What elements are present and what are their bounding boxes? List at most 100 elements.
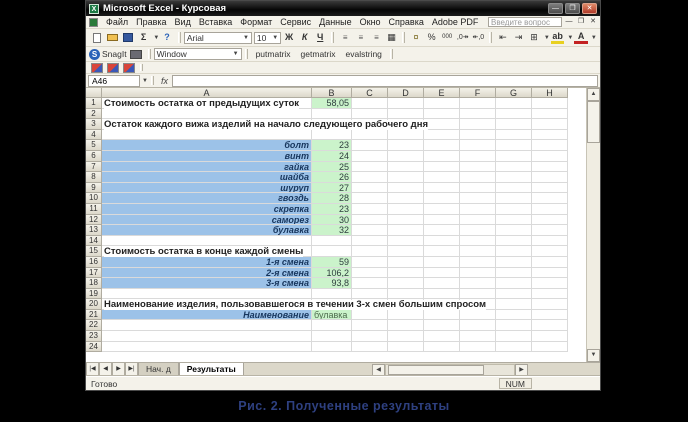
cell-G22[interactable]: [496, 320, 532, 331]
cell-A14[interactable]: [102, 236, 312, 247]
cell-F21[interactable]: [460, 310, 496, 321]
column-header-D[interactable]: D: [388, 88, 424, 98]
row-header-4[interactable]: 4: [86, 130, 102, 141]
cell-A18[interactable]: 3-я смена: [102, 278, 312, 289]
row-header-11[interactable]: 11: [86, 204, 102, 215]
cell-C1[interactable]: [352, 98, 388, 109]
row-header-21[interactable]: 21: [86, 310, 102, 321]
cell-F1[interactable]: [460, 98, 496, 109]
cell-H9[interactable]: [532, 183, 568, 194]
cell-D2[interactable]: [388, 109, 424, 120]
cell-E11[interactable]: [424, 204, 460, 215]
cell-D15[interactable]: [388, 246, 424, 257]
cell-C10[interactable]: [352, 193, 388, 204]
cell-H12[interactable]: [532, 215, 568, 226]
cell-H10[interactable]: [532, 193, 568, 204]
prev-sheet-icon[interactable]: ◀: [99, 363, 112, 376]
cell-C22[interactable]: [352, 320, 388, 331]
cell-G18[interactable]: [496, 278, 532, 289]
cell-F18[interactable]: [460, 278, 496, 289]
row-header-6[interactable]: 6: [86, 151, 102, 162]
cell-H14[interactable]: [532, 236, 568, 247]
cell-F7[interactable]: [460, 162, 496, 173]
cell-B16[interactable]: 59: [312, 257, 352, 268]
row-header-19[interactable]: 19: [86, 289, 102, 300]
scroll-down-icon[interactable]: ▼: [587, 349, 600, 362]
menu-item-справка[interactable]: Справка: [385, 17, 428, 27]
cell-D17[interactable]: [388, 268, 424, 279]
menu-item-данные[interactable]: Данные: [315, 17, 356, 27]
cell-A21[interactable]: Наименование: [102, 310, 312, 321]
cell-E5[interactable]: [424, 140, 460, 151]
cell-C11[interactable]: [352, 204, 388, 215]
cell-F24[interactable]: [460, 342, 496, 353]
row-header-13[interactable]: 13: [86, 225, 102, 236]
cell-A11[interactable]: скрепка: [102, 204, 312, 215]
cell-H20[interactable]: [532, 299, 568, 310]
cell-F11[interactable]: [460, 204, 496, 215]
first-sheet-icon[interactable]: |◀: [86, 363, 99, 376]
cell-B22[interactable]: [312, 320, 352, 331]
row-header-15[interactable]: 15: [86, 246, 102, 257]
cell-B10[interactable]: 28: [312, 193, 352, 204]
cell-H11[interactable]: [532, 204, 568, 215]
row-header-5[interactable]: 5: [86, 140, 102, 151]
cell-B15[interactable]: [312, 246, 352, 257]
cell-G9[interactable]: [496, 183, 532, 194]
cell-H16[interactable]: [532, 257, 568, 268]
question-box-input[interactable]: Введите вопрос: [488, 17, 562, 27]
cell-B13[interactable]: 32: [312, 225, 352, 236]
cell-B7[interactable]: 25: [312, 162, 352, 173]
cell-B21[interactable]: булавка: [312, 310, 352, 321]
borders-icon[interactable]: ⊞: [527, 31, 541, 44]
percent-icon[interactable]: %: [425, 31, 439, 44]
cell-E15[interactable]: [424, 246, 460, 257]
column-header-F[interactable]: F: [460, 88, 496, 98]
cell-D14[interactable]: [388, 236, 424, 247]
cell-B6[interactable]: 24: [312, 151, 352, 162]
cell-F17[interactable]: [460, 268, 496, 279]
column-header-G[interactable]: G: [496, 88, 532, 98]
window-minimize-icon[interactable]: —: [564, 18, 574, 27]
cell-A7[interactable]: гайка: [102, 162, 312, 173]
menu-item-файл[interactable]: Файл: [102, 17, 132, 27]
cell-B19[interactable]: [312, 289, 352, 300]
cell-F8[interactable]: [460, 172, 496, 183]
cell-A6[interactable]: винт: [102, 151, 312, 162]
cell-A13[interactable]: булавка: [102, 225, 312, 236]
cell-B18[interactable]: 93,8: [312, 278, 352, 289]
maximize-button[interactable]: ❐: [565, 3, 580, 14]
cell-E8[interactable]: [424, 172, 460, 183]
row-header-20[interactable]: 20: [86, 299, 102, 310]
cell-B9[interactable]: 27: [312, 183, 352, 194]
cell-D22[interactable]: [388, 320, 424, 331]
cell-A3[interactable]: Остаток каждого вижа изделий на начало с…: [102, 119, 312, 130]
help-icon[interactable]: ?: [160, 31, 174, 44]
cell-A5[interactable]: болт: [102, 140, 312, 151]
cell-H17[interactable]: [532, 268, 568, 279]
cell-D23[interactable]: [388, 331, 424, 342]
cell-B11[interactable]: 23: [312, 204, 352, 215]
cell-E24[interactable]: [424, 342, 460, 353]
cell-C19[interactable]: [352, 289, 388, 300]
macro-icon-3[interactable]: [123, 63, 135, 73]
menu-item-adobe-pdf[interactable]: Adobe PDF: [428, 17, 483, 27]
cell-F6[interactable]: [460, 151, 496, 162]
cell-C2[interactable]: [352, 109, 388, 120]
cell-C24[interactable]: [352, 342, 388, 353]
cell-B1[interactable]: 58,05: [312, 98, 352, 109]
cell-H1[interactable]: [532, 98, 568, 109]
row-header-8[interactable]: 8: [86, 172, 102, 183]
next-sheet-icon[interactable]: ▶: [112, 363, 125, 376]
row-header-10[interactable]: 10: [86, 193, 102, 204]
cell-G19[interactable]: [496, 289, 532, 300]
cell-G21[interactable]: [496, 310, 532, 321]
cell-C9[interactable]: [352, 183, 388, 194]
cell-C14[interactable]: [352, 236, 388, 247]
underline-button[interactable]: Ч: [313, 31, 327, 44]
cell-G17[interactable]: [496, 268, 532, 279]
cell-H3[interactable]: [532, 119, 568, 130]
cell-D16[interactable]: [388, 257, 424, 268]
last-sheet-icon[interactable]: ▶|: [125, 363, 138, 376]
cell-D19[interactable]: [388, 289, 424, 300]
